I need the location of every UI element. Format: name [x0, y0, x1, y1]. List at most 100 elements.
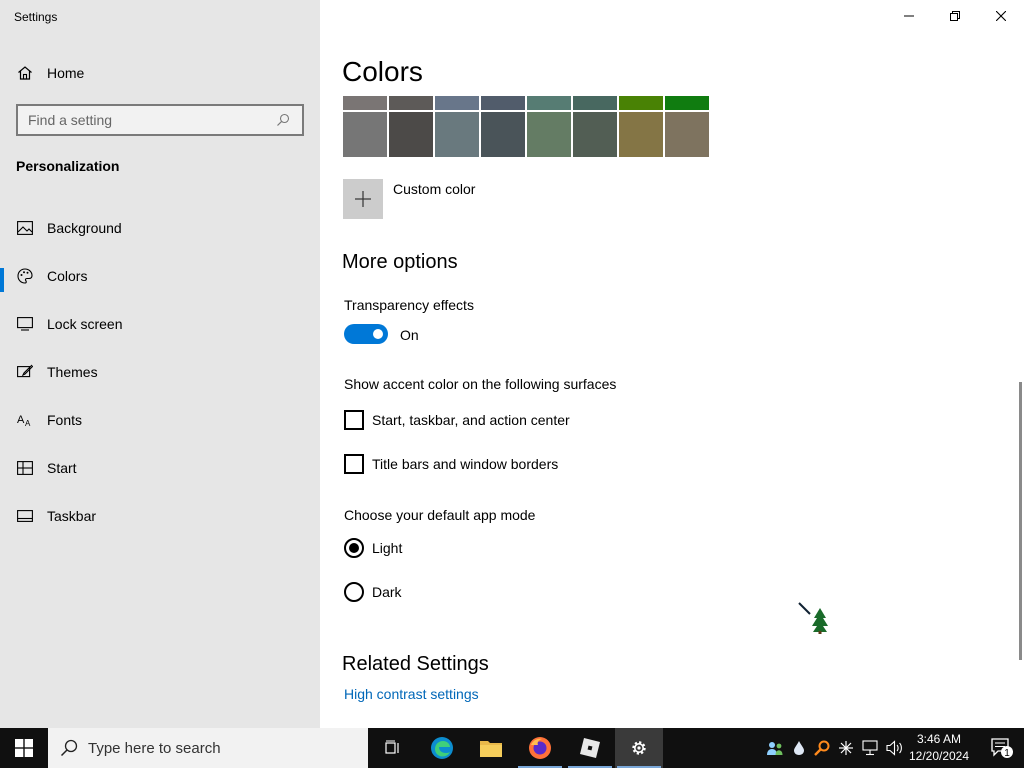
color-swatch[interactable]	[665, 112, 709, 157]
taskbar-clock[interactable]: 3:46 AM 12/20/2024	[906, 731, 972, 765]
droplet-tray-icon[interactable]	[790, 728, 808, 768]
sidebar-item-label: Lock screen	[47, 316, 123, 332]
sidebar-item-themes[interactable]: Themes	[0, 348, 320, 396]
volume-tray-icon[interactable]	[884, 728, 906, 768]
font-icon: AA	[16, 411, 34, 429]
close-icon	[996, 11, 1006, 21]
windows-logo-icon	[15, 739, 33, 757]
taskbar-search-box[interactable]: Type here to search	[48, 728, 368, 768]
accent-surfaces-label: Show accent color on the following surfa…	[344, 376, 617, 392]
task-view-icon	[385, 740, 399, 754]
minimize-button[interactable]	[886, 0, 932, 32]
palette-icon	[16, 267, 34, 285]
sidebar-item-taskbar[interactable]: Taskbar	[0, 492, 320, 540]
people-tray-icon[interactable]	[764, 728, 786, 768]
color-swatch[interactable]	[573, 96, 617, 110]
sidebar-item-start[interactable]: Start	[0, 444, 320, 492]
page-title: Colors	[342, 56, 423, 87]
notification-icon: 1	[991, 738, 1013, 759]
title-bars-checkbox[interactable]	[344, 454, 364, 474]
light-radio[interactable]	[344, 538, 364, 558]
radio-label: Dark	[372, 584, 402, 600]
svg-text:A: A	[17, 414, 25, 426]
asterisk-tray-icon[interactable]	[836, 728, 856, 768]
sidebar-nav: Background Colors Lock screen Themes AA …	[0, 204, 320, 540]
picture-icon	[16, 219, 34, 237]
search-icon[interactable]	[276, 113, 296, 127]
window-controls	[886, 0, 1024, 32]
color-swatch[interactable]	[389, 96, 433, 110]
app-mode-label: Choose your default app mode	[344, 507, 536, 523]
transparency-toggle[interactable]	[344, 324, 388, 344]
color-swatch[interactable]	[573, 112, 617, 157]
title-bars-checkbox-row[interactable]: Title bars and window borders	[344, 454, 558, 474]
related-settings-heading: Related Settings	[342, 653, 489, 675]
home-nav-item[interactable]: Home	[0, 56, 320, 90]
checkbox-label: Title bars and window borders	[372, 456, 559, 472]
color-swatch[interactable]	[435, 112, 479, 157]
color-swatch[interactable]	[527, 112, 571, 157]
section-heading: Personalization	[16, 158, 120, 174]
search-icon	[60, 739, 78, 757]
sidebar-item-label: Start	[47, 460, 77, 476]
file-explorer-taskbar-button[interactable]	[467, 728, 515, 768]
color-swatch[interactable]	[665, 96, 709, 110]
start-layout-icon	[16, 459, 34, 477]
color-swatch[interactable]	[481, 96, 525, 110]
light-mode-radio-row[interactable]: Light	[344, 538, 402, 558]
edge-icon	[431, 737, 453, 759]
restore-button[interactable]	[932, 0, 978, 32]
search-input[interactable]	[18, 112, 276, 128]
sidebar-item-colors[interactable]: Colors	[0, 252, 320, 300]
find-setting-search[interactable]	[16, 104, 304, 136]
transparency-state: On	[400, 327, 419, 343]
sidebar-item-fonts[interactable]: AA Fonts	[0, 396, 320, 444]
color-swatch[interactable]	[389, 112, 433, 157]
home-icon	[16, 64, 34, 82]
color-swatch[interactable]	[619, 112, 663, 157]
close-button[interactable]	[978, 0, 1024, 32]
edge-taskbar-button[interactable]	[418, 728, 466, 768]
color-swatch[interactable]	[619, 96, 663, 110]
sidebar-item-label: Themes	[47, 364, 98, 380]
color-swatch[interactable]	[343, 112, 387, 157]
start-taskbar-checkbox-row[interactable]: Start, taskbar, and action center	[344, 410, 570, 430]
vertical-scrollbar[interactable]	[1019, 382, 1022, 660]
minimize-icon	[904, 15, 914, 17]
custom-color-button[interactable]: Custom color	[343, 179, 475, 219]
network-tray-icon[interactable]	[860, 728, 882, 768]
settings-sidebar: Settings Home Personalization Background…	[0, 0, 320, 728]
toggle-knob	[373, 329, 383, 339]
search-tool-tray-icon[interactable]	[812, 728, 832, 768]
sidebar-item-background[interactable]: Background	[0, 204, 320, 252]
plus-icon[interactable]	[343, 179, 383, 219]
start-button[interactable]	[0, 728, 48, 768]
restore-icon	[950, 11, 960, 21]
clock-date: 12/20/2024	[908, 749, 970, 763]
roblox-taskbar-button[interactable]	[566, 728, 614, 768]
action-center-button[interactable]: 1	[980, 728, 1024, 768]
high-contrast-link[interactable]: High contrast settings	[344, 686, 479, 702]
taskbar-icon	[16, 507, 34, 525]
sidebar-item-label: Taskbar	[47, 508, 97, 524]
home-label: Home	[47, 65, 85, 81]
taskbar-search-text: Type here to search	[88, 739, 221, 757]
sidebar-item-label: Fonts	[47, 412, 83, 428]
start-taskbar-checkbox[interactable]	[344, 410, 364, 430]
color-swatch[interactable]	[527, 96, 571, 110]
color-swatch[interactable]	[435, 96, 479, 110]
custom-color-label: Custom color	[393, 181, 476, 197]
dark-radio[interactable]	[344, 582, 364, 602]
dark-mode-radio-row[interactable]: Dark	[344, 582, 402, 602]
firefox-taskbar-button[interactable]	[516, 728, 564, 768]
taskbar: Type here to search 3:46 AM 12/20/2024 1	[0, 728, 1024, 768]
color-swatch[interactable]	[481, 112, 525, 157]
firefox-icon	[529, 737, 551, 759]
colors-page: Colors Custom color More options Transpa…	[320, 0, 1024, 728]
brush-icon	[16, 363, 34, 381]
color-swatch[interactable]	[343, 96, 387, 110]
task-view-button[interactable]	[368, 728, 416, 768]
sidebar-item-lock-screen[interactable]: Lock screen	[0, 300, 320, 348]
sidebar-item-label: Colors	[47, 268, 88, 284]
settings-taskbar-button[interactable]	[615, 728, 663, 768]
